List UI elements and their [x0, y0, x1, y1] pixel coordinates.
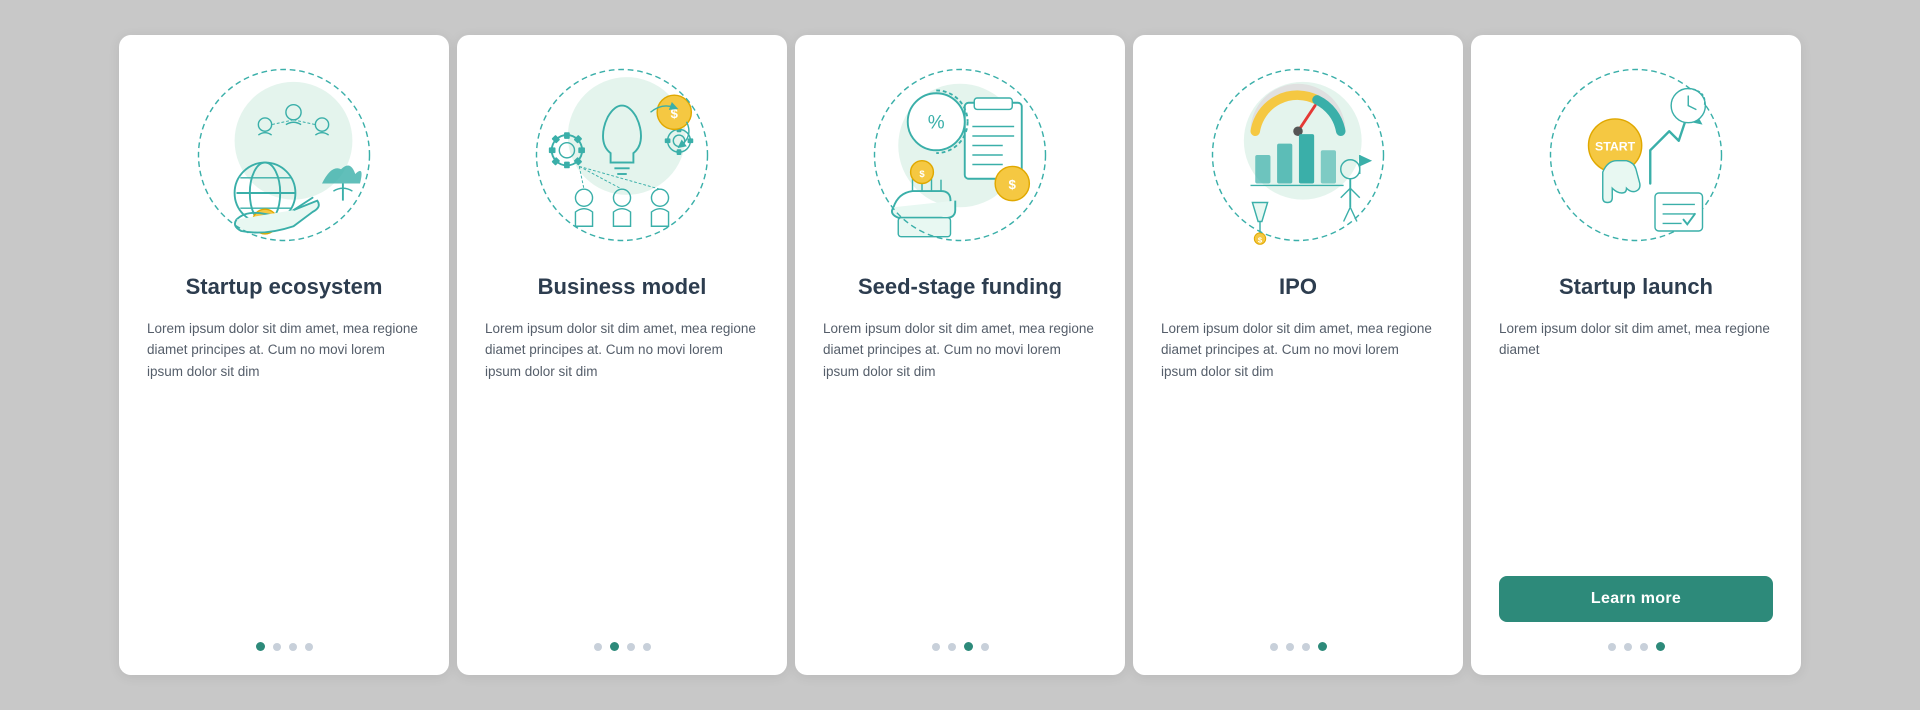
card-body-startup-launch: Lorem ipsum dolor sit dim amet, mea regi…	[1499, 318, 1773, 558]
svg-text:$: $	[671, 106, 679, 121]
card-dots-startup-launch	[1608, 642, 1665, 651]
card-body-business-model: Lorem ipsum dolor sit dim amet, mea regi…	[485, 318, 759, 622]
card-title-startup-launch: Startup launch	[1559, 273, 1713, 302]
card-body-ipo: Lorem ipsum dolor sit dim amet, mea regi…	[1161, 318, 1435, 622]
dot-1	[932, 643, 940, 651]
card-dots-ipo	[1270, 642, 1327, 651]
dot-1	[256, 642, 265, 651]
dot-3	[289, 643, 297, 651]
dot-2	[1624, 643, 1632, 651]
dot-2	[1286, 643, 1294, 651]
dot-2	[273, 643, 281, 651]
card-startup-ecosystem: $ Startup eco	[119, 35, 449, 675]
dot-4	[981, 643, 989, 651]
card-seed-stage-funding: $ % $	[795, 35, 1125, 675]
dot-2	[610, 642, 619, 651]
card-icon-startup-ecosystem: $	[184, 55, 384, 255]
card-title-business-model: Business model	[538, 273, 707, 302]
card-icon-business-model: $	[522, 55, 722, 255]
dot-4	[305, 643, 313, 651]
svg-text:$: $	[1009, 177, 1017, 192]
card-title-seed-stage-funding: Seed-stage funding	[858, 273, 1062, 302]
svg-text:START: START	[1595, 139, 1636, 153]
card-body-startup-ecosystem: Lorem ipsum dolor sit dim amet, mea regi…	[147, 318, 421, 622]
card-title-ipo: IPO	[1279, 273, 1317, 302]
dot-2	[948, 643, 956, 651]
dot-3	[1302, 643, 1310, 651]
card-business-model: $	[457, 35, 787, 675]
learn-more-button[interactable]: Learn more	[1499, 576, 1773, 622]
card-ipo: $ IPO Lorem ipsum dolor sit dim amet, me…	[1133, 35, 1463, 675]
svg-text:$: $	[919, 169, 925, 180]
card-dots-business-model	[594, 642, 651, 651]
dot-4	[1656, 642, 1665, 651]
card-title-startup-ecosystem: Startup ecosystem	[186, 273, 383, 302]
card-startup-launch: START Startup launch	[1471, 35, 1801, 675]
card-body-seed-stage-funding: Lorem ipsum dolor sit dim amet, mea regi…	[823, 318, 1097, 622]
dot-3	[964, 642, 973, 651]
dot-4	[643, 643, 651, 651]
dot-3	[1640, 643, 1648, 651]
dot-1	[1270, 643, 1278, 651]
card-dots-seed-stage-funding	[932, 642, 989, 651]
card-icon-seed-stage-funding: $ % $	[860, 55, 1060, 255]
dot-1	[594, 643, 602, 651]
card-icon-ipo: $	[1198, 55, 1398, 255]
card-icon-startup-launch: START	[1536, 55, 1736, 255]
dot-1	[1608, 643, 1616, 651]
card-dots-startup-ecosystem	[256, 642, 313, 651]
dot-4	[1318, 642, 1327, 651]
svg-text:%: %	[928, 112, 945, 133]
dot-3	[627, 643, 635, 651]
cards-container: $ Startup eco	[79, 5, 1841, 705]
